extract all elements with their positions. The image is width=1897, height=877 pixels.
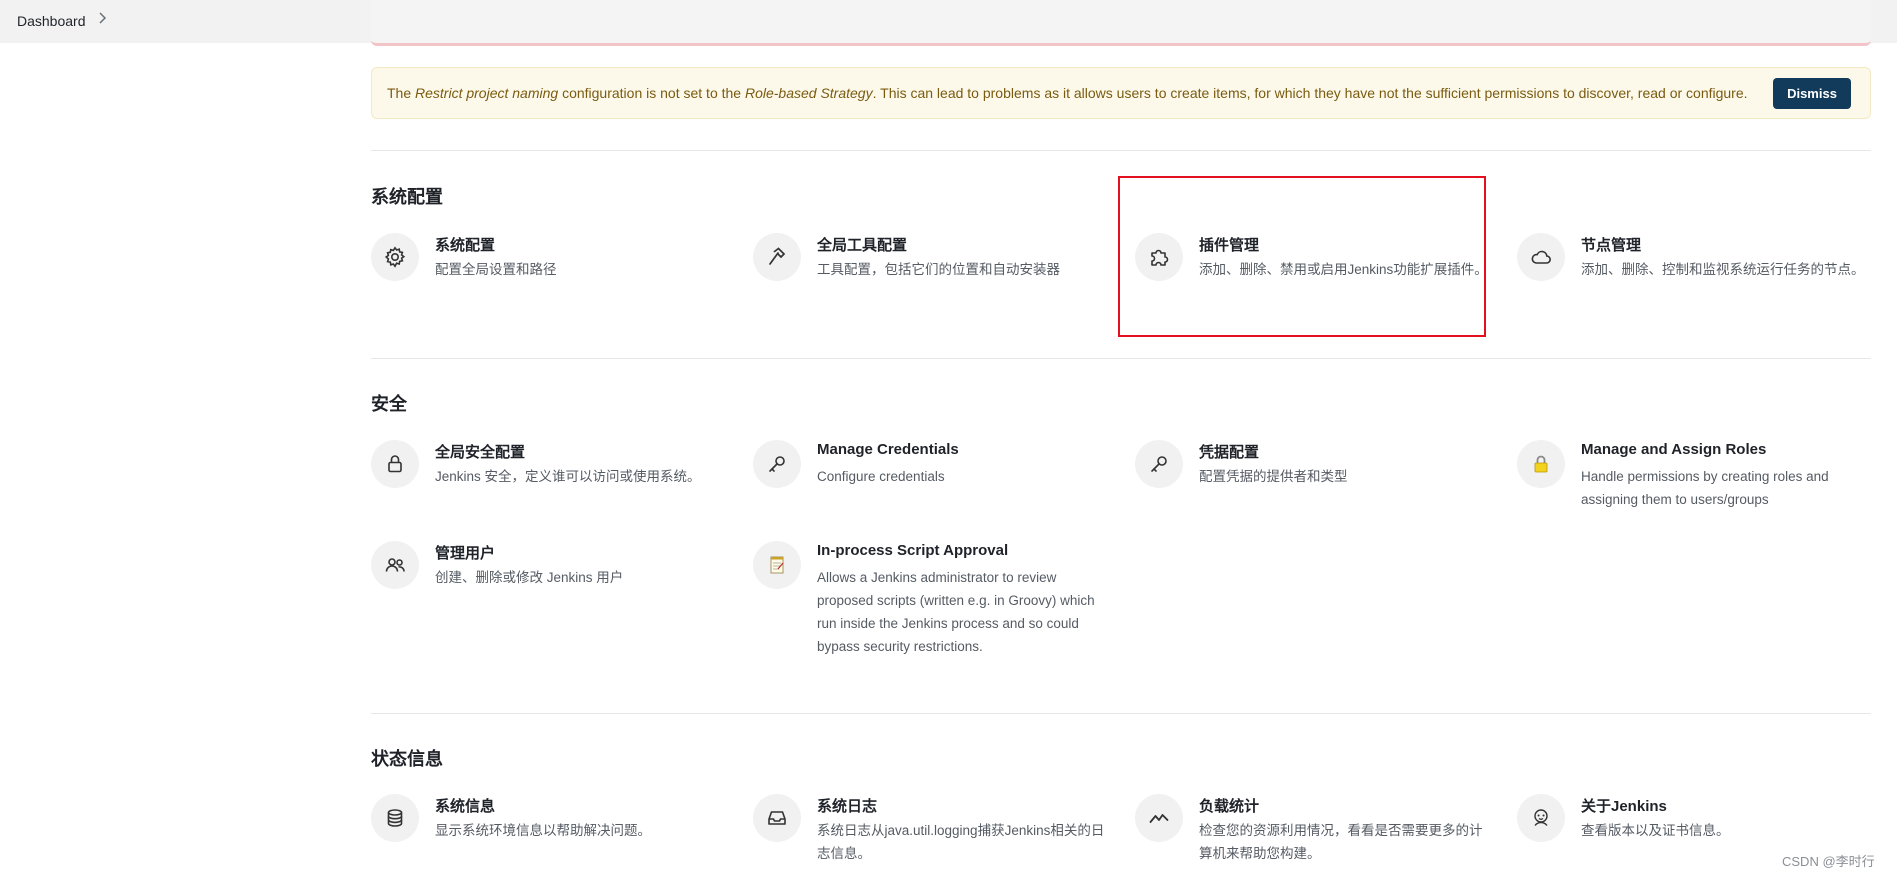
item-title: 系统信息 — [435, 798, 496, 815]
item-title: Manage and Assign Roles — [1581, 441, 1767, 458]
breadcrumb-dashboard[interactable]: Dashboard — [17, 13, 86, 29]
item-title: 全局安全配置 — [435, 444, 526, 461]
item-title: 负载统计 — [1199, 798, 1260, 815]
item-title: 管理用户 — [435, 545, 496, 562]
item-description: Handle permissions by creating roles and… — [1581, 469, 1829, 507]
highlight-box — [1118, 176, 1486, 337]
inbox-icon — [753, 794, 801, 842]
item-title: 节点管理 — [1581, 237, 1642, 254]
manage-item-roles[interactable]: Manage and Assign Roles Handle permissio… — [1517, 440, 1877, 510]
warning-text: The Restrict project naming configuratio… — [387, 85, 1748, 101]
lock-icon — [371, 440, 419, 488]
notepad-icon — [753, 541, 801, 589]
manage-item-global-security[interactable]: 全局安全配置 Jenkins 安全，定义谁可以访问或使用系统。 — [371, 440, 731, 510]
database-icon — [371, 794, 419, 842]
manage-item-script-approval[interactable]: In-process Script Approval Allows a Jenk… — [753, 541, 1113, 654]
section-title-status-info: 状态信息 — [371, 749, 443, 769]
item-title: 系统配置 — [435, 237, 496, 254]
item-description: 显示系统环境信息以帮助解决问题。 — [435, 823, 651, 838]
item-title: 全局工具配置 — [817, 237, 908, 254]
divider — [371, 358, 1871, 359]
watermark: CSDN @李时行 — [1782, 854, 1875, 869]
section-title-security: 安全 — [371, 394, 407, 414]
item-description: 查看版本以及证书信息。 — [1581, 823, 1730, 838]
hammer-icon — [753, 233, 801, 281]
users-icon — [371, 541, 419, 589]
item-title: 凭据配置 — [1199, 444, 1260, 461]
item-title: 系统日志 — [817, 798, 878, 815]
item-title: 关于Jenkins — [1581, 798, 1667, 815]
chart-line-icon — [1135, 794, 1183, 842]
item-title: In-process Script Approval — [817, 542, 1009, 559]
chevron-right-icon[interactable] — [96, 11, 108, 25]
jenkins-icon — [1517, 794, 1565, 842]
item-description: 添加、删除、控制和监视系统运行任务的节点。 — [1581, 262, 1865, 277]
item-description: Configure credentials — [817, 469, 945, 484]
manage-item-system-config[interactable]: 系统配置 配置全局设置和路径 — [371, 233, 731, 303]
manage-item-users[interactable]: 管理用户 创建、删除或修改 Jenkins 用户 — [371, 541, 731, 611]
item-description: 创建、删除或修改 Jenkins 用户 — [435, 570, 624, 585]
item-description: 系统日志从java.util.logging捕获Jenkins相关的日志信息。 — [817, 823, 1105, 861]
dismiss-button[interactable]: Dismiss — [1773, 78, 1851, 109]
manage-item-load-stats[interactable]: 负载统计 检查您的资源利用情况，看看是否需要更多的计算机来帮助您构建。 — [1135, 794, 1495, 864]
item-description: 工具配置，包括它们的位置和自动安装器 — [817, 262, 1060, 277]
item-description: Jenkins 安全，定义谁可以访问或使用系统。 — [435, 469, 701, 484]
divider — [371, 150, 1871, 151]
warning-banner: The Restrict project naming configuratio… — [371, 67, 1871, 119]
gear-icon — [371, 233, 419, 281]
manage-item-nodes[interactable]: 节点管理 添加、删除、控制和监视系统运行任务的节点。 — [1517, 233, 1877, 303]
section-title-system-config: 系统配置 — [371, 187, 443, 207]
divider — [371, 713, 1871, 714]
key-icon — [1135, 440, 1183, 488]
item-description: Allows a Jenkins administrator to review… — [817, 570, 1095, 654]
key-icon — [753, 440, 801, 488]
cloud-icon — [1517, 233, 1565, 281]
item-description: 配置凭据的提供者和类型 — [1199, 469, 1348, 484]
padlock-icon — [1517, 440, 1565, 488]
error-banner — [371, 0, 1871, 46]
manage-item-system-info[interactable]: 系统信息 显示系统环境信息以帮助解决问题。 — [371, 794, 731, 864]
manage-item-system-log[interactable]: 系统日志 系统日志从java.util.logging捕获Jenkins相关的日… — [753, 794, 1113, 864]
manage-item-global-tools[interactable]: 全局工具配置 工具配置，包括它们的位置和自动安装器 — [753, 233, 1113, 303]
manage-item-credential-config[interactable]: 凭据配置 配置凭据的提供者和类型 — [1135, 440, 1495, 510]
item-description: 检查您的资源利用情况，看看是否需要更多的计算机来帮助您构建。 — [1199, 823, 1483, 861]
item-title: Manage Credentials — [817, 441, 959, 458]
item-description: 配置全局设置和路径 — [435, 262, 557, 277]
manage-item-credentials[interactable]: Manage Credentials Configure credentials — [753, 440, 1113, 510]
